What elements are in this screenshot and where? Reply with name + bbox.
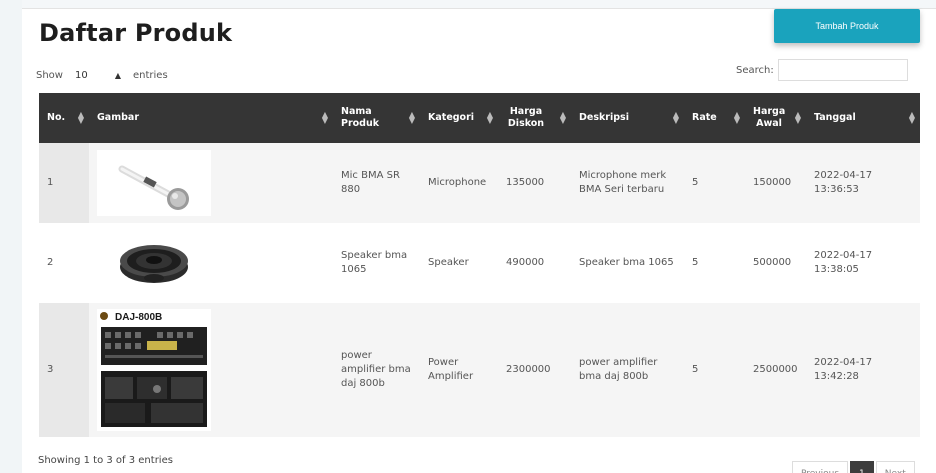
cell-diskon: 2300000 [498,303,571,437]
cell-kategori: Microphone [420,143,498,223]
cell-awal: 500000 [745,223,806,303]
content-panel: Daftar Produk Tambah Produk Show 10 ▲︎ e… [22,8,936,473]
search-label: Search: [736,64,774,76]
cell-diskon: 490000 [498,223,571,303]
table-header-row: No. ▲ ▼ Gambar ▲ ▼ Nama Produk ▲ ▼ Kategori ▲ ▼ … [39,93,920,143]
cell-no: 1 [39,143,89,223]
cell-nama: power amplifier bma daj 800b [333,303,420,437]
cell-nama: Speaker bma 1065 [333,223,420,303]
sort-icon: ▲ ▼ [77,110,84,125]
cell-awal: 150000 [745,143,806,223]
cell-deskripsi: power amplifier bma daj 800b [571,303,684,437]
col-header-tanggal[interactable]: Tanggal ▲ ▼ [806,93,920,143]
cell-image [89,223,333,303]
show-label: Show [36,69,63,81]
sort-icon: ▲ ▼ [486,110,493,125]
table-row: 1 Mic BMA SR 880 Microphone 135000 Micro… [39,143,920,223]
sort-icon: ▲ ▼ [408,110,415,125]
cell-kategori: Speaker [420,223,498,303]
col-header-rate[interactable]: Rate ▲ ▼ [684,93,745,143]
cell-nama: Mic BMA SR 880 [333,143,420,223]
next-button[interactable]: Next [875,461,915,473]
cell-no: 3 [39,303,89,437]
length-control: Show 10 ▲︎ entries [36,65,168,85]
cell-tanggal: 2022-04-17 13:42:28 [806,303,920,437]
cell-rate: 5 [684,303,745,437]
col-header-gambar[interactable]: Gambar ▲ ▼ [89,93,333,143]
page-button-1[interactable]: 1 [850,461,874,473]
cell-diskon: 135000 [498,143,571,223]
sort-icon: ▲ ▼ [908,110,915,125]
amplifier-model-label: DAJ-800B [115,312,163,323]
product-table: No. ▲ ▼ Gambar ▲ ▼ Nama Produk ▲ ▼ Kategori ▲ ▼ … [39,93,920,437]
entries-label: entries [132,69,168,81]
previous-button[interactable]: Previous [792,461,849,473]
page-title: Daftar Produk [39,19,233,47]
col-header-awal[interactable]: Harga Awal ▲ ▼ [745,93,806,143]
select-arrows-icon: ▲︎ [114,70,121,80]
col-header-diskon[interactable]: Harga Diskon ▲ ▼ [498,93,571,143]
col-header-no[interactable]: No. ▲ ▼ [39,93,89,143]
left-gutter [0,0,22,473]
col-header-deskripsi[interactable]: Deskripsi ▲ ▼ [571,93,684,143]
cell-tanggal: 2022-04-17 13:36:53 [806,143,920,223]
amplifier-image: DAJ-800B [97,309,211,431]
search-input[interactable] [777,59,908,81]
col-header-kategori[interactable]: Kategori ▲ ▼ [420,93,498,143]
table-row: 3 DAJ-800B power amplifier bma daj 800b … [39,303,920,437]
cell-deskripsi: Microphone merk BMA Seri terbaru [571,143,684,223]
sort-icon: ▲ ▼ [559,110,566,125]
cell-deskripsi: Speaker bma 1065 [571,223,684,303]
col-header-nama[interactable]: Nama Produk ▲ ▼ [333,93,420,143]
table-row: 2 Speaker bma 1065 Speaker 490000 Speake… [39,223,920,303]
pagination: Previous 1 Next [792,461,915,473]
search-control: Search: [736,59,908,81]
speaker-image [97,230,211,296]
sort-icon: ▲ ▼ [794,110,801,125]
cell-rate: 5 [684,223,745,303]
cell-kategori: Power Amplifier [420,303,498,437]
cell-no: 2 [39,223,89,303]
cell-image [89,143,333,223]
length-select[interactable]: 10 ▲︎ [69,65,127,85]
add-product-button[interactable]: Tambah Produk [774,9,920,43]
sort-icon: ▲ ▼ [733,110,740,125]
cell-image: DAJ-800B [89,303,333,437]
cell-rate: 5 [684,143,745,223]
cell-awal: 2500000 [745,303,806,437]
length-value: 10 [74,69,88,81]
microphone-image [97,150,211,216]
cell-tanggal: 2022-04-17 13:38:05 [806,223,920,303]
sort-icon: ▲ ▼ [672,110,679,125]
sort-icon: ▲ ▼ [321,110,328,125]
table-info: Showing 1 to 3 of 3 entries [38,455,173,466]
